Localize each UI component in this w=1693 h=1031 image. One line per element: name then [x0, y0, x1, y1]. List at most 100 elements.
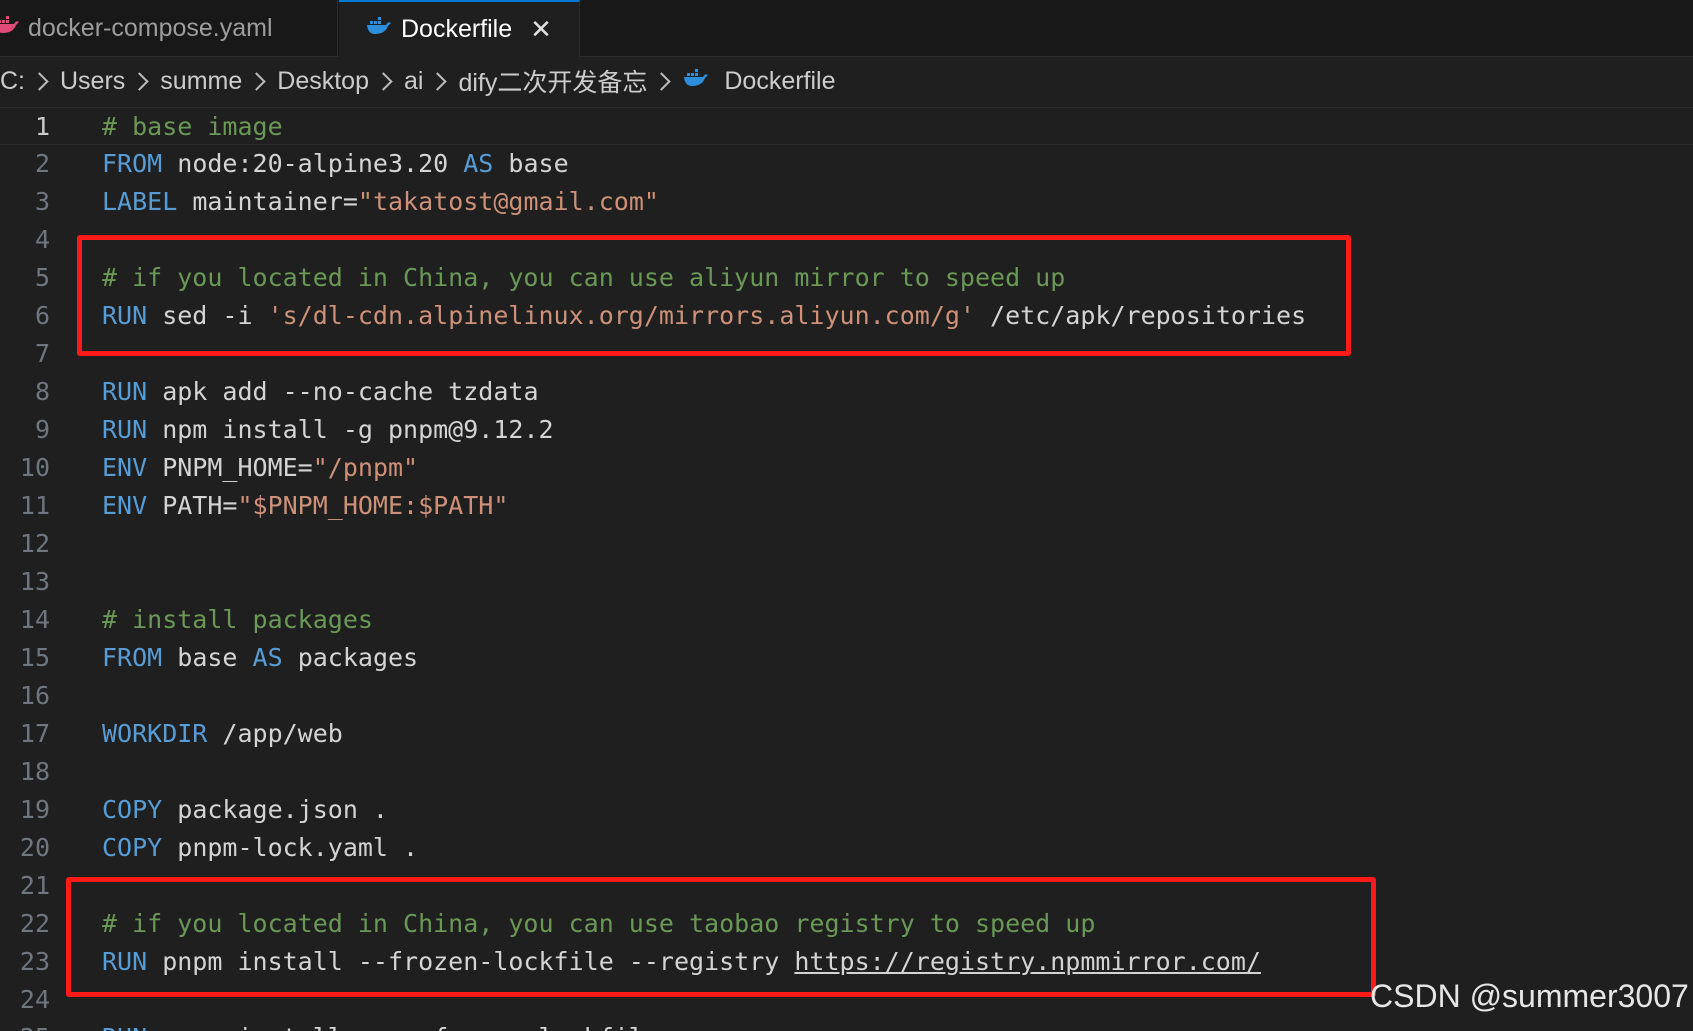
- line-number: 15: [19, 643, 50, 672]
- code-comment: # install packages: [102, 605, 373, 634]
- code-line[interactable]: 18: [0, 753, 1693, 791]
- breadcrumb-item[interactable]: dify二次开发备忘: [458, 63, 647, 99]
- code-token: base: [493, 149, 569, 178]
- breadcrumb: C: Users summe Desktop ai dify二次开发备忘 Doc…: [0, 57, 1693, 105]
- breadcrumb-item-current[interactable]: Dockerfile: [724, 67, 835, 96]
- code-line[interactable]: 11 ENV PATH="$PNPM_HOME:$PATH": [0, 487, 1693, 525]
- code-line[interactable]: 14 # install packages: [0, 601, 1693, 639]
- code-line[interactable]: 13: [0, 563, 1693, 601]
- line-number: 4: [34, 225, 50, 254]
- code-token: PATH=: [147, 491, 238, 520]
- breadcrumb-item[interactable]: C:: [0, 67, 25, 96]
- breadcrumb-item[interactable]: ai: [404, 67, 423, 96]
- code-token: pnpm install --no-frozen-lockfile: [147, 1023, 659, 1031]
- code-line[interactable]: 21: [0, 867, 1693, 905]
- line-number: 13: [19, 567, 50, 596]
- code-text: RUN apk add --no-cache tzdata: [102, 373, 539, 411]
- code-token: PNPM_HOME=: [147, 453, 313, 482]
- code-keyword: AS: [463, 149, 494, 178]
- line-number: 21: [19, 871, 50, 900]
- code-token: npm install -g pnpm@9.12.2: [147, 415, 554, 444]
- code-line[interactable]: 1 # base image: [0, 107, 1693, 145]
- breadcrumb-item[interactable]: Users: [60, 67, 125, 96]
- code-keyword: RUN: [102, 415, 148, 444]
- code-text: # if you located in China, you can use t…: [102, 905, 1095, 943]
- line-number: 23: [19, 947, 50, 976]
- docker-icon: [682, 67, 710, 96]
- chevron-right-icon: [652, 71, 672, 91]
- code-keyword: RUN: [102, 301, 148, 330]
- code-keyword: COPY: [102, 833, 163, 862]
- code-line[interactable]: 9 RUN npm install -g pnpm@9.12.2: [0, 411, 1693, 449]
- code-string: "takatost@gmail.com": [357, 187, 659, 216]
- code-line[interactable]: 16: [0, 677, 1693, 715]
- code-text: ENV PNPM_HOME="/pnpm": [102, 449, 418, 487]
- code-keyword: ENV: [102, 453, 148, 482]
- code-line[interactable]: 19 COPY package.json .: [0, 791, 1693, 829]
- code-text: RUN npm install -g pnpm@9.12.2: [102, 411, 554, 449]
- code-line[interactable]: 4: [0, 221, 1693, 259]
- line-number: 19: [19, 795, 50, 824]
- watermark: CSDN @summer3007: [1370, 978, 1689, 1014]
- code-editor[interactable]: 1 # base image 2 FROM node:20-alpine3.20 AS…: [0, 105, 1693, 1031]
- code-token: pnpm-lock.yaml .: [162, 833, 419, 862]
- code-line[interactable]: 6 RUN sed -i 's/dl-cdn.alpinelinux.org/mi…: [0, 297, 1693, 335]
- code-line[interactable]: 23 RUN pnpm install --frozen-lockfile --r…: [0, 943, 1693, 981]
- code-token: node:20-alpine3.20: [162, 149, 464, 178]
- line-number: 22: [19, 909, 50, 938]
- tab-dockerfile[interactable]: Dockerfile ✕: [339, 0, 580, 57]
- code-comment: # base image: [102, 112, 283, 141]
- code-token: base: [162, 643, 253, 672]
- line-number: 3: [34, 187, 50, 216]
- code-text: ENV PATH="$PNPM_HOME:$PATH": [102, 487, 508, 525]
- line-number: 16: [19, 681, 50, 710]
- breadcrumb-item[interactable]: Desktop: [277, 67, 369, 96]
- tab-label: Dockerfile: [401, 15, 513, 43]
- code-line[interactable]: 25 RUN pnpm install --no-frozen-lockfile: [0, 1019, 1693, 1031]
- code-line[interactable]: 3 LABEL maintainer="takatost@gmail.com": [0, 183, 1693, 221]
- code-token: packages: [282, 643, 419, 672]
- code-token: sed -i: [147, 301, 268, 330]
- code-keyword: WORKDIR: [102, 719, 208, 748]
- code-text: # base image: [102, 108, 283, 146]
- code-line[interactable]: 15 FROM base AS packages: [0, 639, 1693, 677]
- chevron-right-icon: [428, 71, 448, 91]
- code-line[interactable]: 5 # if you located in China, you can use …: [0, 259, 1693, 297]
- line-number: 14: [19, 605, 50, 634]
- code-link[interactable]: https://registry.npmmirror.com/: [794, 947, 1261, 976]
- code-string: "/pnpm": [312, 453, 419, 482]
- close-icon[interactable]: ✕: [530, 14, 552, 45]
- code-line[interactable]: 7: [0, 335, 1693, 373]
- chevron-right-icon: [130, 71, 149, 91]
- code-token: apk add --no-cache tzdata: [147, 377, 539, 406]
- chevron-right-icon: [247, 71, 266, 91]
- line-number: 18: [19, 757, 50, 786]
- code-line[interactable]: 17 WORKDIR /app/web: [0, 715, 1693, 753]
- code-keyword: RUN: [102, 947, 148, 976]
- code-keyword: RUN: [102, 377, 148, 406]
- breadcrumb-item[interactable]: summe: [160, 67, 242, 96]
- line-number: 20: [19, 833, 50, 862]
- code-text: FROM base AS packages: [102, 639, 418, 677]
- line-number: 1: [34, 112, 50, 141]
- code-line[interactable]: 20 COPY pnpm-lock.yaml .: [0, 829, 1693, 867]
- editor-tab-bar: docker-compose.yaml Dockerfile ✕: [0, 0, 1693, 57]
- code-line[interactable]: 22 # if you located in China, you can use…: [0, 905, 1693, 943]
- code-comment: # if you located in China, you can use a…: [102, 263, 1066, 292]
- code-text: RUN pnpm install --no-frozen-lockfile: [102, 1019, 659, 1031]
- code-line[interactable]: 2 FROM node:20-alpine3.20 AS base: [0, 145, 1693, 183]
- tab-docker-compose[interactable]: docker-compose.yaml: [0, 0, 338, 56]
- code-comment: # if you located in China, you can use t…: [102, 909, 1096, 938]
- tab-label: docker-compose.yaml: [28, 13, 273, 42]
- code-line[interactable]: 12: [0, 525, 1693, 563]
- line-number: 5: [34, 263, 50, 292]
- code-line[interactable]: 10 ENV PNPM_HOME="/pnpm": [0, 449, 1693, 487]
- code-keyword: FROM: [102, 149, 163, 178]
- line-number: 10: [19, 453, 50, 482]
- chevron-right-icon: [30, 71, 49, 91]
- chevron-right-icon: [374, 71, 393, 91]
- line-number: 11: [19, 491, 50, 520]
- code-line[interactable]: 8 RUN apk add --no-cache tzdata: [0, 373, 1693, 411]
- line-number: 25: [0, 1019, 50, 1031]
- code-keyword: ENV: [102, 491, 148, 520]
